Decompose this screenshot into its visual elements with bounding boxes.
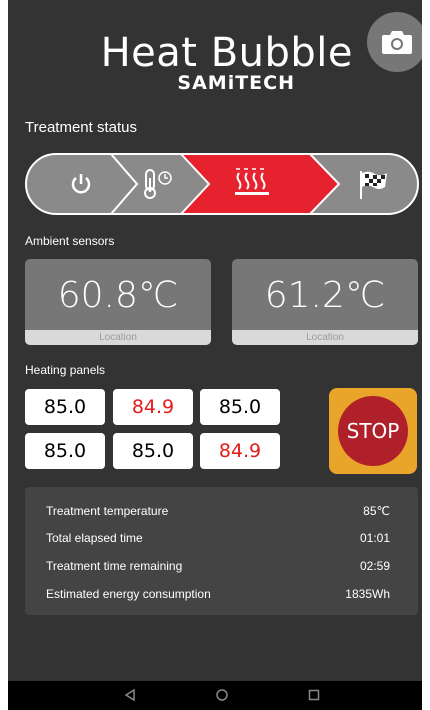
info-label: Treatment time remaining <box>46 559 183 573</box>
treatment-info-panel: Treatment temperature 85℃ Total elapsed … <box>25 487 418 615</box>
heating-panel-value: 84.9 <box>113 389 193 425</box>
heating-panel-value: 85.0 <box>113 433 193 469</box>
treatment-status-label: Treatment status <box>25 119 137 136</box>
info-value: 1835Wh <box>345 587 390 601</box>
android-nav-bar <box>8 681 422 710</box>
heating-panel-value: 85.0 <box>25 389 105 425</box>
home-icon[interactable] <box>215 688 229 702</box>
stop-button[interactable]: STOP <box>338 396 408 466</box>
info-row-remaining: Treatment time remaining 02:59 <box>46 559 390 577</box>
treatment-status-bar <box>25 153 419 215</box>
ambient-sensor-card: 60.8℃ Location <box>25 259 211 345</box>
camera-button[interactable] <box>367 12 422 72</box>
info-label: Total elapsed time <box>46 531 143 545</box>
stop-button-frame: STOP <box>329 388 417 474</box>
heating-panel-value: 84.9 <box>200 433 280 469</box>
info-value: 85℃ <box>363 504 390 518</box>
sensor-temperature: 60.8℃ <box>57 275 179 316</box>
app-screen: Heat Bubble SAMiTECH Treatment status Am… <box>8 0 422 710</box>
info-label: Estimated energy consumption <box>46 587 211 601</box>
info-row-elapsed: Total elapsed time 01:01 <box>46 531 390 549</box>
camera-icon <box>382 31 412 54</box>
sensor-temperature: 61.2℃ <box>264 275 386 316</box>
sensor-location: Location <box>232 330 418 345</box>
info-value: 01:01 <box>359 531 390 545</box>
app-subtitle: SAMiTECH <box>177 72 295 94</box>
heating-panel-value: 85.0 <box>200 389 280 425</box>
heating-panels-label: Heating panels <box>25 363 106 377</box>
info-label: Treatment temperature <box>46 504 169 518</box>
info-row-temperature: Treatment temperature 85℃ <box>46 504 390 522</box>
recents-icon[interactable] <box>307 688 321 702</box>
heating-panel-value: 85.0 <box>25 433 105 469</box>
back-icon[interactable] <box>123 688 137 702</box>
info-value: 02:59 <box>359 559 390 573</box>
sensor-location: Location <box>25 330 211 345</box>
ambient-sensors-label: Ambient sensors <box>25 234 115 248</box>
info-row-energy: Estimated energy consumption 1835Wh <box>46 587 390 605</box>
ambient-sensor-card: 61.2℃ Location <box>232 259 418 345</box>
app-title: Heat Bubble <box>100 30 353 76</box>
